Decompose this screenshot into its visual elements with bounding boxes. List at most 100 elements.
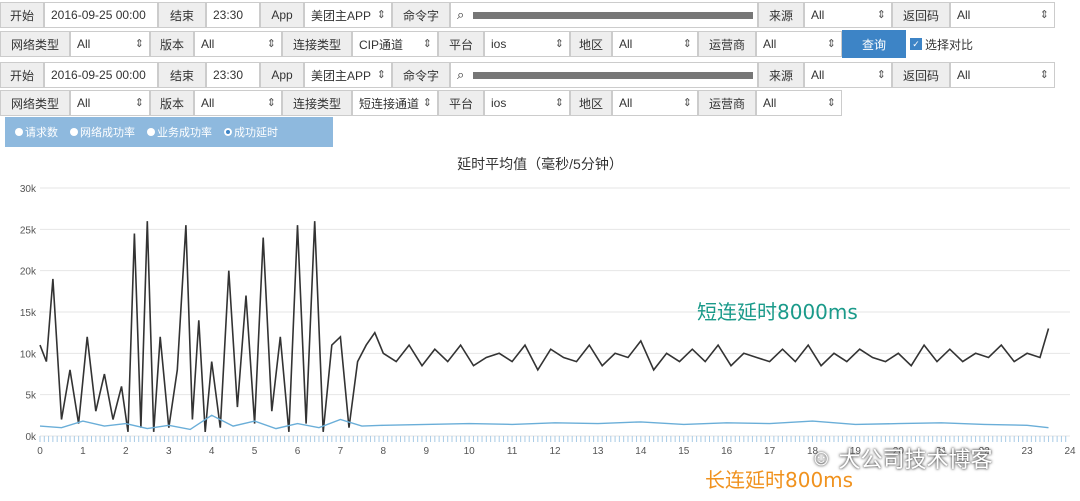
cmd-label: 命令字 — [392, 2, 450, 28]
y-tick-label: 30k — [20, 184, 37, 195]
region-label-2: 地区 — [570, 90, 612, 116]
check-icon: ✓ — [910, 38, 922, 50]
x-tick-label: 23 — [1022, 446, 1034, 457]
x-tick-label: 4 — [209, 446, 215, 457]
x-tick-label: 6 — [295, 446, 301, 457]
x-tick-label: 13 — [592, 446, 604, 457]
compare-label: 选择对比 — [925, 37, 974, 52]
source-select-2[interactable]: All — [804, 62, 892, 88]
x-tick-label: 3 — [166, 446, 172, 457]
x-tick-label: 11 — [507, 446, 518, 457]
x-tick-label: 7 — [338, 446, 344, 457]
x-tick-label: 9 — [423, 446, 429, 457]
app-select[interactable]: 美团主APP — [304, 2, 392, 28]
x-tick-label: 14 — [635, 446, 647, 457]
short-latency-annotation: 短连延时8000ms — [697, 300, 858, 324]
source-label: 来源 — [758, 2, 804, 28]
metric-label: 成功延时 — [234, 127, 278, 139]
ver-select[interactable]: All — [194, 31, 282, 57]
metric-selector: 请求数 网络成功率 业务成功率 成功延时 — [5, 117, 333, 147]
app-select-2[interactable]: 美团主APP — [304, 62, 392, 88]
compare-checkbox[interactable]: ✓ 选择对比 — [910, 36, 973, 53]
net-label-2: 网络类型 — [0, 90, 70, 116]
metric-label: 网络成功率 — [80, 127, 135, 139]
conn-select-2[interactable]: 短连接通道 — [352, 90, 438, 116]
platform-select[interactable]: ios — [484, 31, 570, 57]
radio-icon — [147, 128, 155, 136]
chart-grid — [39, 187, 1070, 442]
start-input[interactable]: 2016-09-25 00:00 — [44, 2, 158, 28]
source-select[interactable]: All — [804, 2, 892, 28]
chart-series — [39, 221, 1050, 433]
search-icon: ⌕ — [457, 67, 465, 82]
y-tick-label: 10k — [20, 349, 37, 360]
metric-radio-business-success[interactable]: 业务成功率 — [147, 124, 212, 140]
x-tick-label: 24 — [1064, 446, 1076, 457]
radio-selected-icon — [224, 128, 232, 136]
app-label: App — [260, 2, 304, 28]
end-input[interactable]: 23:30 — [206, 2, 260, 28]
cmd-label-2: 命令字 — [392, 62, 450, 88]
filter-row-4: 网络类型 All 版本 All 连接类型 短连接通道 平台 ios 地区 All… — [0, 89, 842, 117]
y-tick-label: 20k — [20, 267, 37, 278]
cmd-search-input[interactable]: ⌕ — [450, 2, 758, 28]
code-label: 返回码 — [892, 2, 950, 28]
wechat-icon: ☺ — [810, 445, 833, 470]
y-tick-label: 5k — [25, 391, 37, 402]
start-label: 开始 — [0, 2, 44, 28]
app-label-2: App — [260, 62, 304, 88]
y-tick-labels: 0k 5k 10k 15k 20k 25k 30k — [20, 184, 37, 443]
metric-radio-requests[interactable]: 请求数 — [15, 124, 58, 140]
carrier-label-2: 运营商 — [698, 90, 756, 116]
region-select-2[interactable]: All — [612, 90, 698, 116]
metric-label: 业务成功率 — [157, 127, 212, 139]
y-tick-label: 15k — [20, 308, 37, 319]
start-label-2: 开始 — [0, 62, 44, 88]
x-tick-label: 2 — [123, 446, 129, 457]
code-label-2: 返回码 — [892, 62, 950, 88]
ver-label-2: 版本 — [150, 90, 194, 116]
x-tick-label: 17 — [764, 446, 776, 457]
code-select[interactable]: All — [950, 2, 1055, 28]
filter-row-2: 网络类型 All 版本 All 连接类型 CIP通道 平台 ios 地区 All… — [0, 30, 973, 58]
series-line — [39, 221, 1050, 433]
conn-select[interactable]: CIP通道 — [352, 31, 438, 57]
ver-select-2[interactable]: All — [194, 90, 282, 116]
conn-label: 连接类型 — [282, 31, 352, 57]
filter-row-3: 开始 2016-09-25 00:00 结束 23:30 App 美团主APP … — [0, 61, 1055, 89]
net-select[interactable]: All — [70, 31, 150, 57]
metric-radio-network-success[interactable]: 网络成功率 — [70, 124, 135, 140]
end-input-2[interactable]: 23:30 — [206, 62, 260, 88]
y-tick-label: 25k — [20, 225, 37, 236]
chart-title: 延时平均值（毫秒/5分钟） — [457, 156, 623, 172]
conn-label-2: 连接类型 — [282, 90, 352, 116]
x-tick-label: 10 — [464, 446, 476, 457]
platform-label-2: 平台 — [438, 90, 484, 116]
platform-label: 平台 — [438, 31, 484, 57]
masked-text — [473, 12, 753, 19]
x-tick-label: 15 — [678, 446, 690, 457]
x-tick-label: 0 — [37, 446, 43, 457]
end-label-2: 结束 — [158, 62, 206, 88]
source-label-2: 来源 — [758, 62, 804, 88]
metric-radio-latency[interactable]: 成功延时 — [224, 124, 278, 140]
start-input-2[interactable]: 2016-09-25 00:00 — [44, 62, 158, 88]
region-select[interactable]: All — [612, 31, 698, 57]
code-select-2[interactable]: All — [950, 62, 1055, 88]
carrier-select[interactable]: All — [756, 31, 842, 57]
latency-chart: 0k5k10k15k20k25k30k 0 1 2 3 4 5 6 7 8 9 10 11 12 13 14… — [20, 184, 1076, 457]
x-tick-label: 1 — [80, 446, 86, 457]
filter-row-1: 开始 2016-09-25 00:00 结束 23:30 App 美团主APP … — [0, 1, 1055, 29]
query-button[interactable]: 查询 — [842, 30, 906, 58]
series-line — [39, 414, 1049, 431]
carrier-select-2[interactable]: All — [756, 90, 842, 116]
x-tick-label: 5 — [252, 446, 258, 457]
platform-select-2[interactable]: ios — [484, 90, 570, 116]
metric-label: 请求数 — [25, 127, 58, 139]
end-label: 结束 — [158, 2, 206, 28]
cmd-search-input-2[interactable]: ⌕ — [450, 62, 758, 88]
search-icon: ⌕ — [457, 7, 465, 22]
net-select-2[interactable]: All — [70, 90, 150, 116]
net-label: 网络类型 — [0, 31, 70, 57]
watermark-text: 大公司技术博客 — [838, 447, 993, 472]
